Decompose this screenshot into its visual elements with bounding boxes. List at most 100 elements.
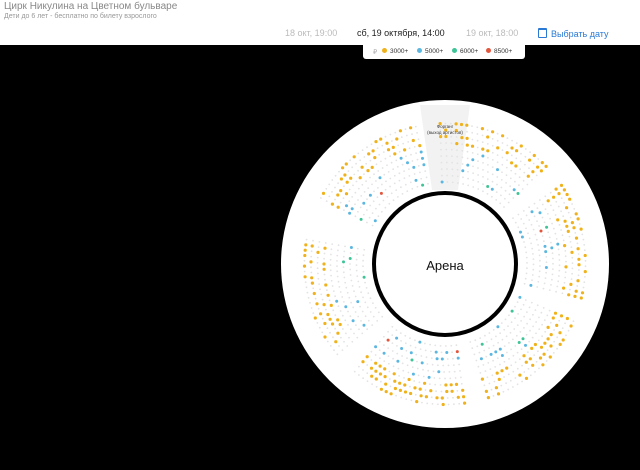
seat-available[interactable]: [565, 206, 569, 210]
seat-available[interactable]: [524, 360, 528, 364]
seat-available[interactable]: [496, 146, 500, 150]
seat-available[interactable]: [577, 257, 581, 261]
seat-available[interactable]: [531, 170, 535, 174]
seat-available[interactable]: [303, 253, 307, 258]
seat-available[interactable]: [543, 341, 547, 345]
seat-available[interactable]: [580, 291, 585, 295]
seat-available[interactable]: [515, 149, 519, 153]
seat-available[interactable]: [553, 311, 558, 315]
seat-available[interactable]: [564, 265, 568, 269]
seat-available[interactable]: [522, 354, 526, 358]
seat-available[interactable]: [370, 374, 374, 378]
seat-available[interactable]: [545, 225, 549, 229]
seat-available[interactable]: [471, 158, 475, 162]
seat-available[interactable]: [345, 180, 349, 184]
seat-available[interactable]: [572, 226, 576, 230]
seat-available[interactable]: [558, 331, 562, 335]
seat-available[interactable]: [393, 379, 397, 383]
seat-available[interactable]: [313, 316, 317, 320]
seat-available[interactable]: [362, 275, 366, 279]
seat-available[interactable]: [500, 354, 504, 357]
seat-available[interactable]: [373, 219, 377, 223]
seat-available[interactable]: [450, 389, 454, 393]
seat-available[interactable]: [463, 401, 467, 405]
seat-available[interactable]: [460, 136, 464, 140]
seat-available[interactable]: [310, 276, 314, 280]
seat-available[interactable]: [514, 164, 518, 168]
seat-available[interactable]: [310, 281, 314, 285]
seat-available[interactable]: [403, 390, 408, 394]
seat-available[interactable]: [496, 392, 501, 396]
seat-available[interactable]: [541, 363, 545, 367]
seat-available[interactable]: [544, 266, 548, 269]
seat-available[interactable]: [445, 351, 449, 354]
seat-available[interactable]: [497, 377, 501, 381]
seat-available[interactable]: [351, 319, 355, 323]
seat-available[interactable]: [573, 294, 577, 298]
seat-available[interactable]: [461, 388, 465, 392]
seat-available[interactable]: [348, 257, 352, 260]
seat-available[interactable]: [484, 389, 488, 393]
seat-available[interactable]: [520, 235, 524, 239]
seat-available[interactable]: [546, 325, 550, 329]
seat-available[interactable]: [336, 193, 340, 197]
seat-available[interactable]: [456, 356, 460, 360]
seat-available[interactable]: [403, 148, 407, 152]
seat-available[interactable]: [415, 400, 419, 404]
seat-available[interactable]: [419, 394, 423, 398]
seat-available[interactable]: [302, 264, 307, 268]
seat-available[interactable]: [533, 342, 538, 347]
seat-available[interactable]: [389, 392, 393, 396]
seat-available[interactable]: [576, 247, 580, 251]
seat-available[interactable]: [465, 136, 469, 140]
seat-available[interactable]: [336, 318, 340, 322]
seat-available[interactable]: [392, 372, 396, 376]
seat-available[interactable]: [360, 165, 364, 169]
seat-available[interactable]: [559, 314, 564, 318]
seat-available[interactable]: [531, 363, 535, 367]
seat-available[interactable]: [542, 352, 546, 356]
seat-available[interactable]: [378, 176, 382, 180]
seat-available[interactable]: [558, 342, 562, 346]
seat-available[interactable]: [336, 205, 340, 209]
seat-available[interactable]: [565, 316, 570, 321]
seat-available[interactable]: [583, 270, 587, 274]
seat-available[interactable]: [500, 369, 504, 373]
seat-available[interactable]: [461, 169, 465, 173]
seat-available[interactable]: [399, 156, 403, 160]
seat-available[interactable]: [539, 345, 544, 349]
seat-available[interactable]: [362, 201, 366, 205]
seat-available[interactable]: [414, 178, 418, 182]
seat-available[interactable]: [406, 161, 409, 165]
seat-available[interactable]: [367, 152, 371, 156]
seat-available[interactable]: [383, 375, 387, 379]
seat-available[interactable]: [339, 177, 343, 181]
seat-available[interactable]: [494, 386, 498, 390]
seat-available[interactable]: [548, 355, 552, 359]
seat-available[interactable]: [441, 402, 445, 407]
seat-available[interactable]: [310, 244, 314, 248]
seat-available[interactable]: [330, 322, 335, 326]
seat-available[interactable]: [454, 382, 459, 386]
seat-available[interactable]: [328, 317, 332, 321]
seat-available[interactable]: [543, 244, 547, 248]
seat-available[interactable]: [566, 229, 570, 233]
seat-available[interactable]: [480, 342, 484, 346]
seat-available[interactable]: [479, 357, 483, 361]
seat-available[interactable]: [489, 352, 493, 356]
seat-available[interactable]: [517, 341, 521, 344]
seat-available[interactable]: [345, 204, 348, 208]
seat-available[interactable]: [557, 192, 561, 196]
seat-available[interactable]: [348, 211, 352, 215]
seat-available[interactable]: [427, 375, 431, 379]
seat-available[interactable]: [574, 212, 578, 216]
seat-available[interactable]: [496, 168, 499, 172]
seat-available[interactable]: [539, 169, 544, 173]
seat-available[interactable]: [437, 370, 441, 374]
seat-available[interactable]: [384, 382, 388, 386]
seat-available[interactable]: [524, 343, 527, 347]
seat-available[interactable]: [579, 296, 583, 300]
seat-available[interactable]: [456, 395, 460, 399]
seat-available[interactable]: [439, 135, 443, 139]
seat-available[interactable]: [481, 147, 485, 151]
